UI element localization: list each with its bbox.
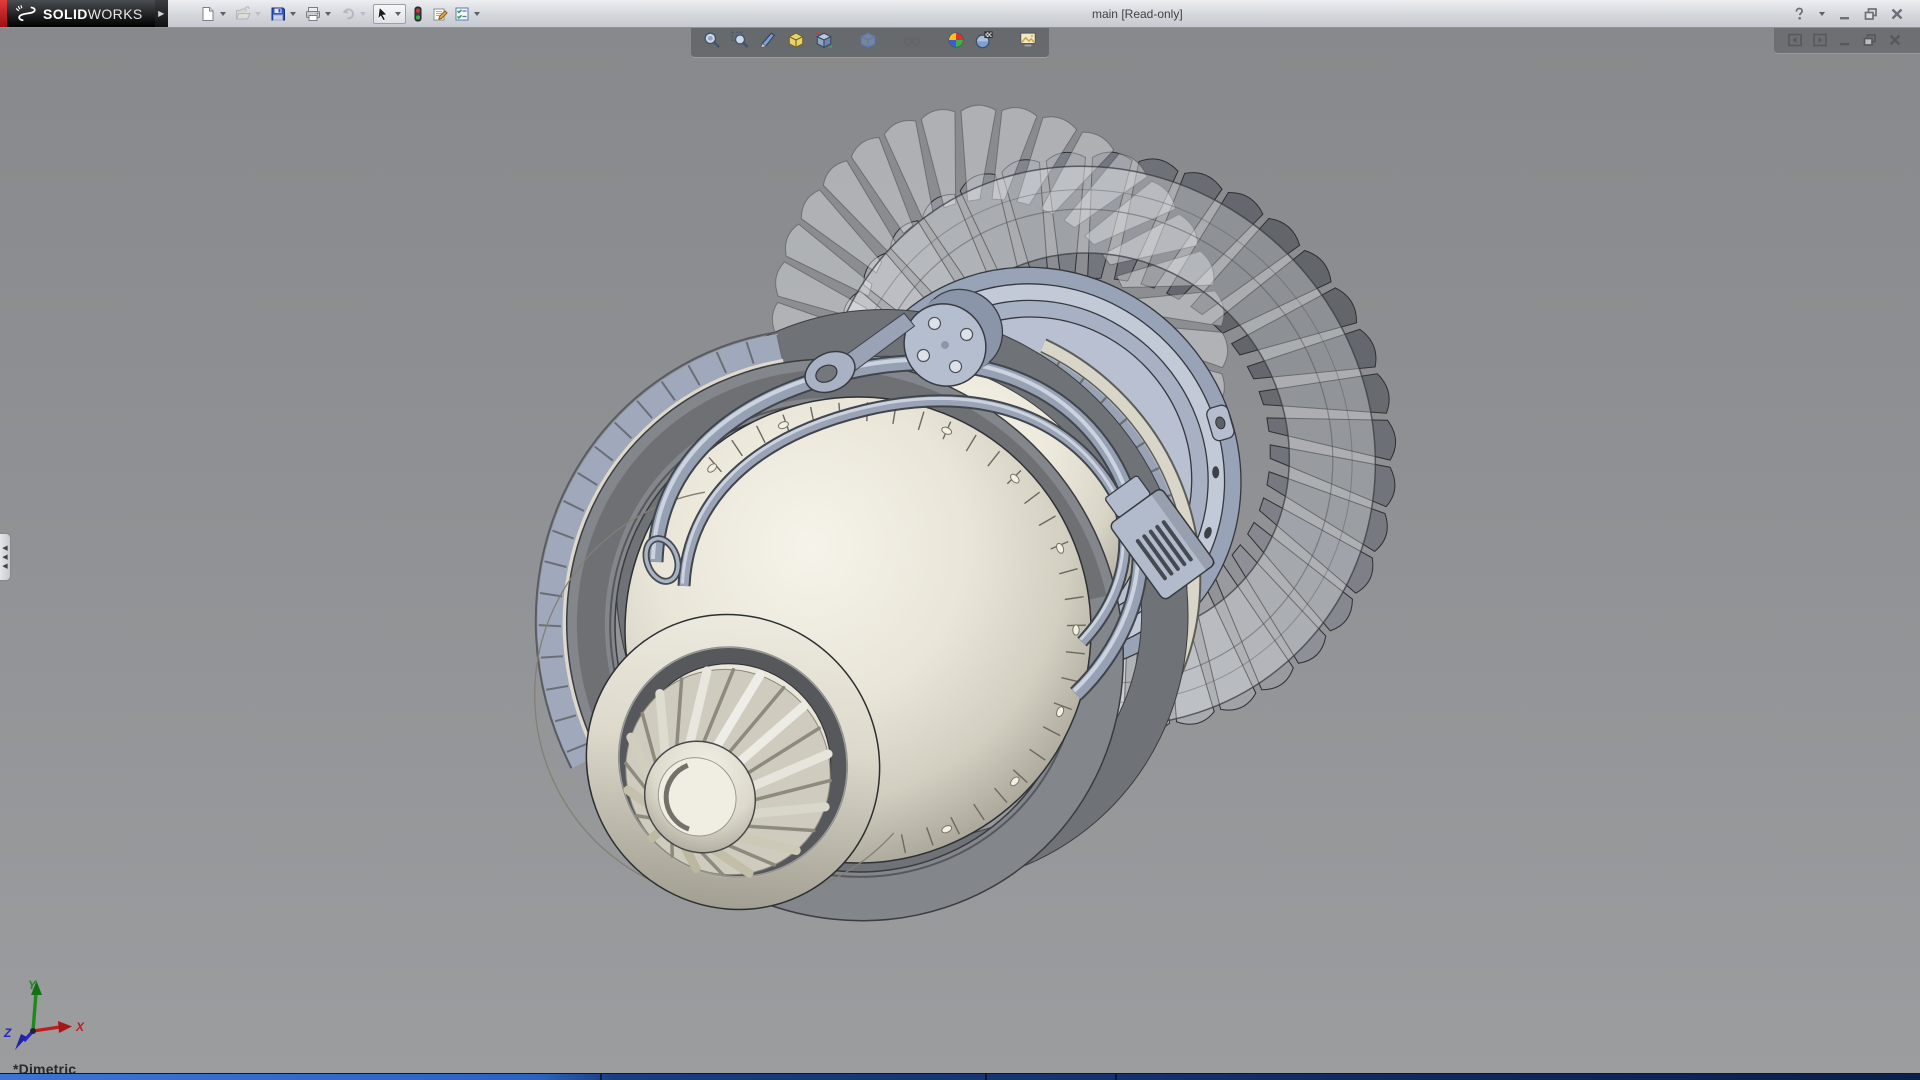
z-axis-label: Z xyxy=(3,1026,12,1040)
menu-expand-arrow[interactable]: ▶ xyxy=(155,0,168,27)
view-settings-icon xyxy=(1019,31,1037,54)
collapse-arrow-icon: ◀ xyxy=(2,563,7,570)
section-view-icon xyxy=(759,31,777,54)
open-icon xyxy=(235,6,251,22)
zoom-to-area-button[interactable] xyxy=(729,31,751,53)
collapse-arrow-icon: ◀ xyxy=(2,545,7,552)
view-orientation-icon xyxy=(787,31,805,54)
dropdown-caret-icon[interactable] xyxy=(360,12,366,16)
reference-triad: Y X Z xyxy=(0,975,110,1060)
apply-scene-icon xyxy=(975,31,993,54)
x-axis-arrow xyxy=(58,1021,72,1033)
dropdown-caret-icon[interactable] xyxy=(474,12,480,16)
restore-icon[interactable] xyxy=(1862,5,1880,23)
solidworks-logo-icon xyxy=(15,5,37,23)
toolbar-separator xyxy=(1001,42,1011,43)
dropdown-caret-icon[interactable] xyxy=(395,12,401,16)
eyeglasses-icon xyxy=(903,31,921,54)
pane-left-icon[interactable] xyxy=(1786,31,1804,49)
zoom-to-area-icon xyxy=(731,31,749,54)
view-orientation-button[interactable] xyxy=(785,31,807,53)
help-caret[interactable] xyxy=(1819,12,1825,16)
collapse-arrow-icon: ◀ xyxy=(2,554,7,561)
checklist-button[interactable] xyxy=(452,4,485,24)
select-tool-icon xyxy=(375,6,391,22)
display-style-icon xyxy=(815,31,833,54)
y-axis-label: Y xyxy=(28,978,37,992)
close-icon[interactable] xyxy=(1886,31,1904,49)
dropdown-caret-icon[interactable] xyxy=(255,12,261,16)
eyeglasses-button[interactable] xyxy=(901,31,923,53)
title-bar: SOLIDWORKS ▶ main [Read-only] xyxy=(0,0,1920,28)
print-icon xyxy=(305,6,321,22)
toolbar-separator xyxy=(841,42,851,43)
document-title: main [Read-only] xyxy=(485,0,1790,27)
hide-show-items-button[interactable] xyxy=(857,31,879,53)
toolbar-separator xyxy=(929,42,939,43)
new-document-icon xyxy=(200,6,216,22)
open-button[interactable] xyxy=(233,4,266,24)
traffic-light-button[interactable] xyxy=(408,4,428,24)
close-icon[interactable] xyxy=(1888,5,1906,23)
undo-button[interactable] xyxy=(338,4,371,24)
note-edit-button[interactable] xyxy=(430,4,450,24)
solidworks-window: { "app": { "logo_bold": "SOLID", "logo_l… xyxy=(0,0,1920,1080)
dropdown-caret-icon[interactable] xyxy=(290,12,296,16)
edit-appearance-icon xyxy=(947,31,965,54)
zoom-to-fit-icon xyxy=(703,31,721,54)
hide-show-items-icon xyxy=(859,31,877,54)
windows-taskbar-edge[interactable] xyxy=(0,1073,1920,1080)
x-axis-label: X xyxy=(75,1020,85,1034)
note-edit-icon xyxy=(432,6,448,22)
logo-text: SOLIDWORKS xyxy=(43,6,143,22)
pane-right-icon[interactable] xyxy=(1811,31,1829,49)
logo-red-stripe xyxy=(0,0,7,27)
toolbar-separator xyxy=(885,42,895,43)
dropdown-caret-icon[interactable] xyxy=(325,12,331,16)
heads-up-view-toolbar xyxy=(691,28,1049,58)
zoom-to-fit-button[interactable] xyxy=(701,31,723,53)
apply-scene-button[interactable] xyxy=(973,31,995,53)
section-view-button[interactable] xyxy=(757,31,779,53)
view-settings-button[interactable] xyxy=(1017,31,1039,53)
window-controls xyxy=(1790,0,1920,27)
edit-appearance-button[interactable] xyxy=(945,31,967,53)
restore-icon[interactable] xyxy=(1861,31,1879,49)
minimize-icon[interactable] xyxy=(1836,31,1854,49)
save-icon xyxy=(270,6,286,22)
checklist-icon xyxy=(454,6,470,22)
dropdown-caret-icon[interactable] xyxy=(220,12,226,16)
new-document-button[interactable] xyxy=(198,4,231,24)
select-tool-button[interactable] xyxy=(373,4,406,24)
help-icon[interactable] xyxy=(1790,5,1808,23)
save-button[interactable] xyxy=(268,4,301,24)
traffic-light-icon xyxy=(410,6,426,22)
feature-manager-collapse-tab[interactable]: ◀ ◀ ◀ xyxy=(0,533,11,581)
display-style-button[interactable] xyxy=(813,31,835,53)
undo-icon xyxy=(340,6,356,22)
main-toolbar xyxy=(168,0,485,27)
jet-engine-model xyxy=(0,28,1920,1080)
graphics-viewport[interactable]: ◀ ◀ ◀ Y X Z *Dimetric xyxy=(0,28,1920,1080)
minimize-icon[interactable] xyxy=(1836,5,1854,23)
solidworks-logo: SOLIDWORKS ▶ xyxy=(0,0,168,27)
child-window-controls xyxy=(1774,28,1920,54)
triad-origin xyxy=(30,1028,36,1034)
print-button[interactable] xyxy=(303,4,336,24)
